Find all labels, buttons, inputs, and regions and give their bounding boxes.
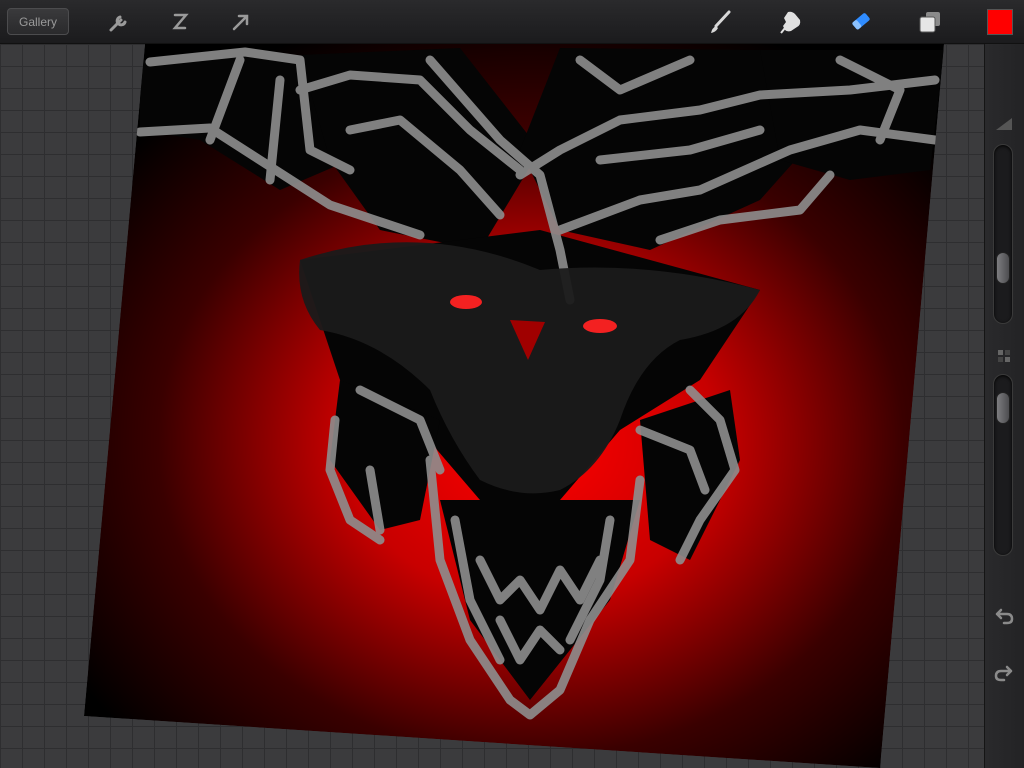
size-triangle-icon [992, 112, 1016, 136]
undo-icon[interactable] [992, 604, 1016, 628]
smudge-icon[interactable] [777, 8, 805, 36]
gallery-button[interactable]: Gallery [7, 8, 69, 35]
right-sidebar [984, 44, 1024, 768]
eraser-icon[interactable] [847, 8, 875, 36]
brush-size-slider[interactable] [993, 144, 1013, 324]
layers-icon[interactable] [916, 8, 944, 36]
drawing-canvas[interactable] [0, 0, 1024, 768]
brush-size-thumb[interactable] [996, 252, 1010, 285]
color-swatch-button[interactable] [987, 9, 1013, 35]
opacity-checker-icon [992, 344, 1016, 368]
opacity-thumb[interactable] [996, 391, 1010, 424]
brush-icon[interactable] [707, 8, 735, 36]
opacity-slider[interactable] [993, 374, 1013, 556]
selection-s-icon[interactable] [166, 8, 194, 36]
redo-icon[interactable] [992, 661, 1016, 685]
wrench-icon[interactable] [105, 8, 133, 36]
transform-arrow-icon[interactable] [227, 8, 255, 36]
top-toolbar: Gallery [0, 0, 1024, 44]
